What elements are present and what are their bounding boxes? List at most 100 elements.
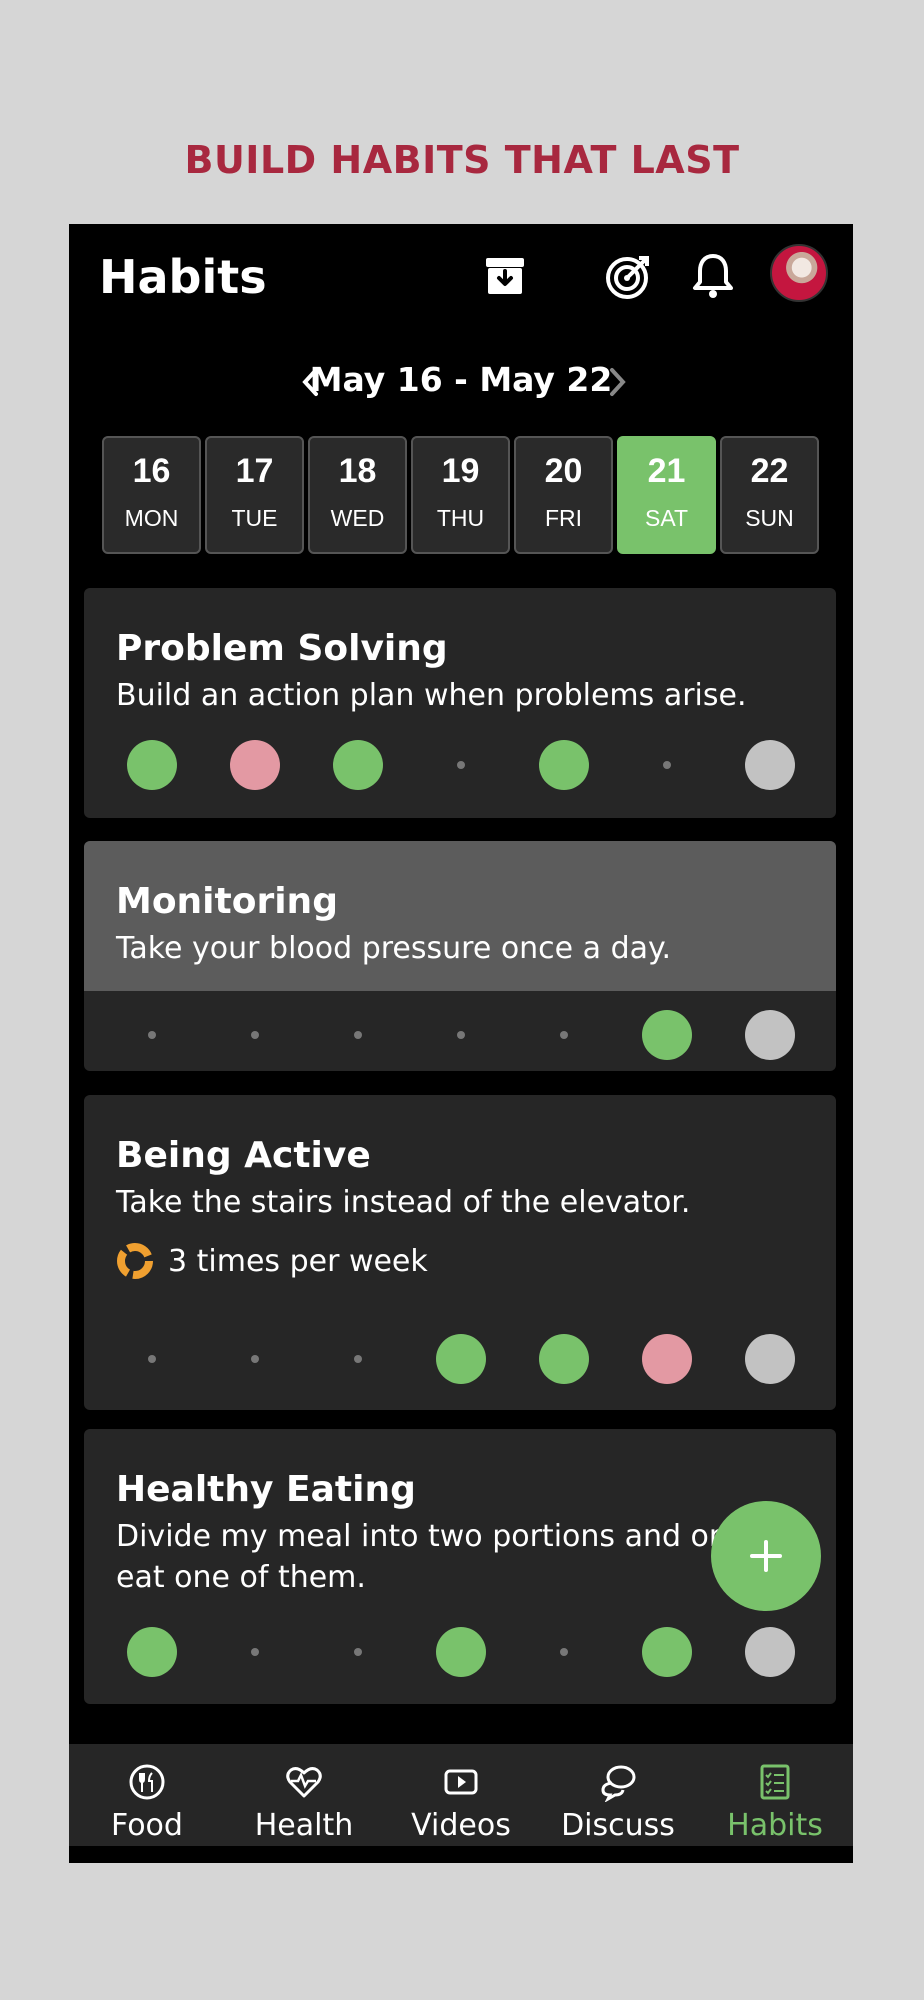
day-cell-sun[interactable]: 22 SUN [720,436,819,554]
day-status-slot [102,1329,201,1389]
day-status-slot [411,1329,510,1389]
empty-day-dot [250,1355,259,1363]
habit-progress-row [102,1622,820,1682]
target-icon[interactable] [603,250,655,302]
top-bar: Habits [69,224,853,328]
empty-day-dot [456,1031,465,1039]
day-status-slot [720,1622,819,1682]
day-status-done[interactable] [435,1334,486,1384]
plus-icon [750,1540,782,1572]
nav-item-health[interactable]: Health [226,1744,382,1846]
day-cell-tue[interactable]: 17 TUE [205,436,304,554]
empty-day-dot [353,1355,362,1363]
habit-card-monitoring[interactable]: Monitoring Take your blood pressure once… [84,841,836,1071]
add-habit-button[interactable] [711,1501,821,1611]
archive-icon[interactable] [479,250,531,302]
day-status-slot [205,735,304,795]
day-name: FRI [544,505,583,531]
day-status-pending[interactable] [744,740,795,790]
day-cell-wed[interactable]: 18 WED [308,436,407,554]
empty-day-dot [147,1355,156,1363]
day-status-pending[interactable] [744,1627,795,1677]
day-name: SUN [745,505,794,531]
nav-label: Discuss [561,1808,675,1843]
day-name: TUE [231,505,278,531]
day-status-slot [308,1329,407,1389]
habit-card-problem-solving[interactable]: Problem Solving Build an action plan whe… [84,588,836,818]
day-status-slot [411,1005,510,1065]
habit-frequency: 3 times per week [116,1242,428,1280]
habit-card-header: Monitoring Take your blood pressure once… [84,841,836,991]
nav-item-habits[interactable]: Habits [697,1744,853,1846]
bottom-navigation: Food Health Videos Discuss Habits [69,1744,853,1846]
week-range-label: May 16 - May 22 [309,360,613,399]
day-number: 20 [544,452,583,490]
habit-title: Being Active [116,1135,371,1176]
discuss-icon [601,1765,636,1802]
day-status-slot [720,1329,819,1389]
day-cell-thu[interactable]: 19 THU [411,436,510,554]
empty-day-dot [250,1648,259,1656]
day-status-missed[interactable] [229,740,280,790]
nav-label: Habits [727,1808,823,1843]
habit-card-being-active[interactable]: Being Active Take the stairs instead of … [84,1095,836,1410]
day-status-done[interactable] [641,1627,692,1677]
nav-label: Health [254,1808,354,1843]
day-status-slot [308,1005,407,1065]
day-status-slot [205,1329,304,1389]
habit-description: Divide my meal into two portions and onl… [116,1519,754,1595]
habits-icon [760,1764,790,1800]
day-status-done[interactable] [435,1627,486,1677]
day-status-done[interactable] [641,1010,692,1060]
day-status-pending[interactable] [744,1010,795,1060]
day-status-slot [617,1329,716,1389]
day-status-done[interactable] [126,740,177,790]
day-status-slot [720,735,819,795]
empty-day-dot [147,1031,156,1039]
day-status-slot [617,1622,716,1682]
day-number: 16 [132,452,171,490]
day-number: 19 [441,452,480,490]
day-name: MON [124,505,179,531]
empty-day-dot [559,1648,568,1656]
day-status-slot [514,1622,613,1682]
nav-item-discuss[interactable]: Discuss [540,1744,696,1846]
habit-progress-row [102,1329,820,1389]
video-icon [444,1769,478,1795]
day-selector: 16 MON 17 TUE 18 WED 19 THU 20 FRI 21 SA… [102,436,820,554]
day-status-missed[interactable] [641,1334,692,1384]
nav-label: Food [111,1808,183,1843]
day-status-done[interactable] [126,1627,177,1677]
day-status-slot [514,735,613,795]
habit-description: Take the stairs instead of the elevator. [116,1185,691,1220]
day-cell-mon[interactable]: 16 MON [102,436,201,554]
page-title: Habits [99,250,267,304]
day-status-slot [411,735,510,795]
bell-icon[interactable] [687,250,739,302]
empty-day-dot [456,761,465,769]
habit-progress-row [102,735,820,795]
day-status-slot [617,1005,716,1065]
day-status-done[interactable] [332,740,383,790]
day-status-slot [514,1329,613,1389]
empty-day-dot [353,1031,362,1039]
day-cell-sat[interactable]: 21 SAT [617,436,716,554]
day-status-slot [411,1622,510,1682]
habit-description: Take your blood pressure once a day. [116,931,672,966]
day-number: 21 [647,452,686,490]
nav-item-food[interactable]: Food [69,1744,225,1846]
week-navigator: May 16 - May 22 [69,352,853,412]
habit-description: Build an action plan when problems arise… [116,678,747,713]
day-status-slot [308,735,407,795]
nav-item-videos[interactable]: Videos [383,1744,539,1846]
day-status-done[interactable] [538,740,589,790]
day-status-pending[interactable] [744,1334,795,1384]
day-status-done[interactable] [538,1334,589,1384]
chevron-right-icon[interactable] [599,364,635,400]
nav-label: Videos [411,1808,511,1843]
day-cell-fri[interactable]: 20 FRI [514,436,613,554]
promo-banner: BUILD HABITS THAT LAST [184,138,740,182]
habit-title: Healthy Eating [116,1469,416,1510]
avatar[interactable] [770,244,828,302]
day-name: WED [330,505,385,531]
